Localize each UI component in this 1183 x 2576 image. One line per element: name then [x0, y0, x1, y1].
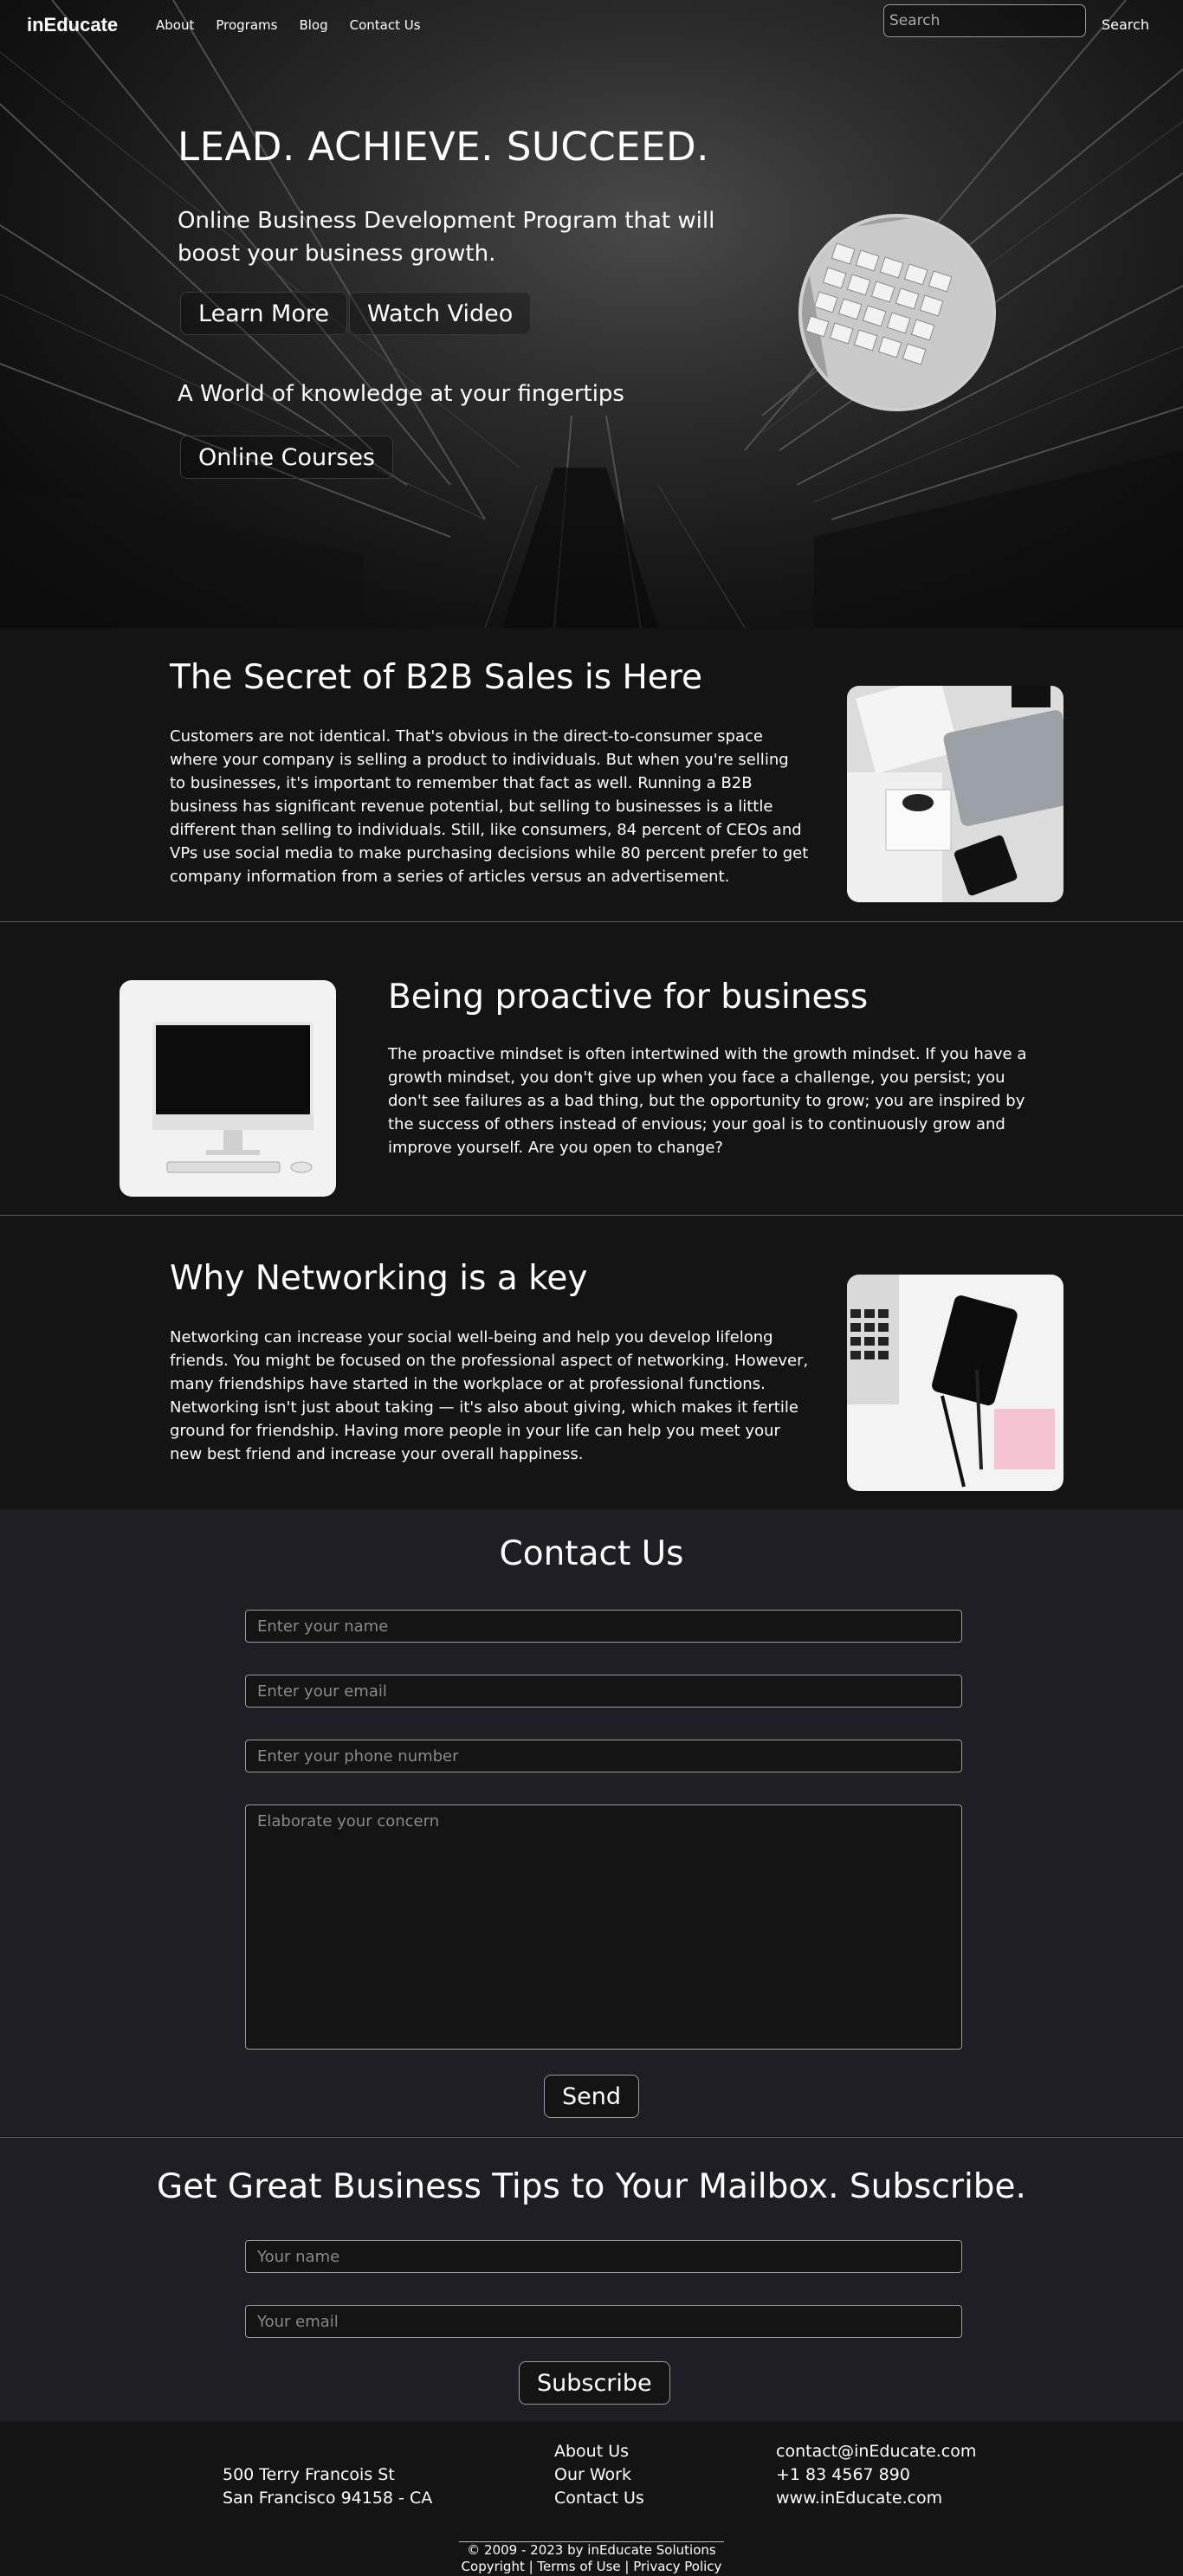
watch-video-button[interactable]: Watch Video	[349, 292, 532, 335]
send-button[interactable]: Send	[544, 2075, 640, 2118]
footer-divider	[459, 2541, 724, 2542]
brand-logo[interactable]: inEducate	[27, 14, 118, 36]
address-line-1: 500 Terry Francois St	[223, 2465, 395, 2484]
online-courses-button[interactable]: Online Courses	[180, 436, 394, 479]
footer-contact-info: contact@inEducate.com +1 83 4567 890 www…	[776, 2440, 976, 2510]
contact-phone-input[interactable]	[245, 1740, 962, 1772]
article-body: Networking can increase your social well…	[170, 1328, 809, 1463]
article-body: Customers are not identical. That's obvi…	[170, 727, 809, 886]
desk-devices-image	[847, 686, 1063, 902]
nav-link-contact-us[interactable]: Contact Us	[350, 17, 421, 33]
article-proactive: Being proactive for business The proacti…	[0, 922, 1183, 1216]
footer: 500 Terry Francois St San Francisco 9415…	[0, 2422, 1183, 2576]
contact-name-input[interactable]	[245, 1610, 962, 1643]
subscribe-name-input[interactable]	[245, 2240, 962, 2273]
building-background-image	[0, 0, 1183, 628]
footer-website-link[interactable]: www.inEducate.com	[776, 2487, 976, 2510]
subscribe-email-input[interactable]	[245, 2305, 962, 2338]
nav-link-programs[interactable]: Programs	[216, 17, 277, 33]
footer-email-link[interactable]: contact@inEducate.com	[776, 2440, 976, 2463]
footer-link-about-us[interactable]: About Us	[554, 2440, 644, 2463]
article-title: Being proactive for business	[388, 978, 869, 1017]
article-body: The proactive mindset is often intertwin…	[388, 1045, 1027, 1157]
article-networking: Why Networking is a key Networking can i…	[0, 1216, 1183, 1509]
article-title: Why Networking is a key	[170, 1259, 588, 1298]
search-input[interactable]	[883, 4, 1086, 37]
contact-section: Contact Us Send	[0, 1509, 1183, 2136]
desk-supplies-image	[847, 1275, 1063, 1491]
article-title: The Secret of B2B Sales is Here	[170, 658, 702, 697]
hero-tagline: A World of knowledge at your fingertips	[178, 381, 624, 407]
footer-phone: +1 83 4567 890	[776, 2465, 910, 2484]
footer-address: 500 Terry Francois St San Francisco 9415…	[223, 2463, 432, 2510]
hero-title: LEAD. ACHIEVE. SUCCEED.	[178, 124, 709, 170]
contact-title: Contact Us	[499, 1534, 684, 1573]
footer-legal-links[interactable]: Copyright | Terms of Use | Privacy Polic…	[0, 2558, 1183, 2575]
footer-copyright: © 2009 - 2023 by inEducate Solutions	[467, 2542, 716, 2558]
keyboard-image	[798, 214, 996, 411]
footer-links: About Us Our Work Contact Us	[554, 2440, 644, 2510]
footer-link-our-work[interactable]: Our Work	[554, 2463, 644, 2487]
hero-subtitle: Online Business Development Program that…	[178, 208, 715, 267]
nav-link-blog[interactable]: Blog	[299, 17, 327, 33]
address-line-2: San Francisco 94158 - CA	[223, 2489, 433, 2508]
subscribe-title: Get Great Business Tips to Your Mailbox.…	[157, 2167, 1026, 2206]
article-b2b-sales: The Secret of B2B Sales is Here Customer…	[0, 628, 1183, 922]
subscribe-section: Get Great Business Tips to Your Mailbox.…	[0, 2138, 1183, 2422]
nav-links: About Programs Blog Contact Us	[156, 17, 443, 33]
top-navigation: inEducate About Programs Blog Contact Us…	[0, 0, 1183, 50]
hero-section: LEAD. ACHIEVE. SUCCEED. Online Business …	[0, 0, 1183, 628]
learn-more-button[interactable]: Learn More	[180, 292, 347, 335]
nav-link-about[interactable]: About	[156, 17, 194, 33]
desktop-computer-image	[120, 980, 336, 1197]
contact-email-input[interactable]	[245, 1675, 962, 1708]
subscribe-button[interactable]: Subscribe	[519, 2361, 670, 2405]
contact-concern-textarea[interactable]	[245, 1804, 962, 2050]
footer-link-contact-us[interactable]: Contact Us	[554, 2487, 644, 2510]
search-button[interactable]: Search	[1102, 16, 1149, 33]
